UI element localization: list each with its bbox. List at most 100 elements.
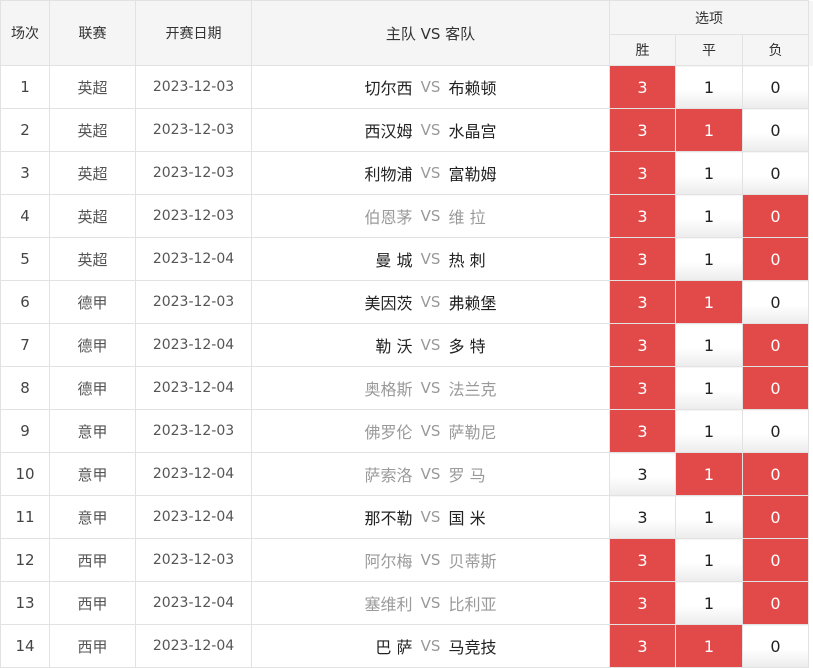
option-win[interactable]: 3 [609, 538, 676, 582]
row-match: 佛罗伦 VS 萨勒尼 [251, 409, 610, 453]
option-win[interactable]: 3 [609, 452, 676, 496]
row-spacer [808, 409, 813, 453]
option-draw[interactable]: 1 [675, 323, 743, 367]
option-win[interactable]: 3 [609, 495, 676, 539]
table-row: 4 英超 2023-12-03 伯恩茅 VS 维 拉 310 [0, 194, 813, 238]
lottery-table-page: 场次 联赛 开赛日期 主队 VS 客队 选项 胜 平 负 1 英超 2023-12-… [0, 0, 813, 668]
row-index: 13 [0, 581, 50, 625]
row-spacer [808, 65, 813, 109]
row-spacer [808, 237, 813, 281]
option-win[interactable]: 3 [609, 151, 676, 195]
row-date: 2023-12-04 [135, 452, 252, 496]
table-row: 6 德甲 2023-12-03 美因茨 VS 弗赖堡 3 1 0 [0, 280, 813, 324]
option-draw[interactable]: 1 [675, 409, 743, 453]
header-date: 开赛日期 [135, 0, 252, 66]
option-lose[interactable]: 0 [741, 237, 810, 281]
away-team: 维 拉 [448, 208, 486, 227]
option-win[interactable]: 3 [609, 280, 676, 324]
option-draw[interactable]: 1 [675, 108, 743, 152]
row-league: 德甲 [49, 366, 136, 410]
home-team: 佛罗伦 [364, 423, 413, 442]
row-date: 2023-12-03 [135, 280, 252, 324]
option-draw[interactable]: 1 [675, 280, 743, 324]
table-header: 场次 联赛 开赛日期 主队 VS 客队 选项 胜 平 负 [0, 0, 813, 66]
option-lose[interactable]: 0 [741, 538, 810, 582]
option-win[interactable]: 3 [609, 194, 676, 238]
home-team: 萨索洛 [364, 466, 413, 485]
option-lose[interactable]: 0 [741, 323, 810, 367]
option-lose[interactable]: 0 [741, 452, 810, 496]
match-selection-table: 场次 联赛 开赛日期 主队 VS 客队 选项 胜 平 负 1 英超 2023-12-… [0, 0, 813, 668]
row-date: 2023-12-03 [135, 194, 252, 238]
row-spacer [808, 624, 813, 668]
home-team: 勒 沃 [375, 337, 413, 356]
row-index: 3 [0, 151, 50, 195]
header-draw: 平 [675, 34, 743, 66]
option-draw[interactable]: 1 [675, 624, 743, 668]
home-team: 塞维利 [364, 595, 413, 614]
row-league: 意甲 [49, 452, 136, 496]
option-win[interactable]: 3 [609, 409, 676, 453]
row-date: 2023-12-03 [135, 151, 252, 195]
table-row: 1 英超 2023-12-03 切尔西 VS 布赖顿 3 1 0 [0, 65, 813, 109]
table-row: 11 意甲 2023-12-04 那不勒 VS 国 米 310 [0, 495, 813, 539]
table-row: 5 英超 2023-12-04 曼 城 VS 热 刺 310 [0, 237, 813, 281]
home-team: 西汉姆 [364, 122, 413, 141]
option-lose[interactable]: 0 [741, 65, 810, 109]
away-team: 罗 马 [448, 466, 486, 485]
option-lose[interactable]: 0 [741, 581, 810, 625]
header-match-label: 主队 VS 客队 [385, 24, 476, 43]
row-index: 2 [0, 108, 50, 152]
home-team: 那不勒 [364, 509, 413, 528]
option-win[interactable]: 3 [609, 108, 676, 152]
option-draw[interactable]: 1 [675, 65, 743, 109]
row-match: 奥格斯 VS 法兰克 [251, 366, 610, 410]
option-lose[interactable]: 0 [741, 409, 810, 453]
row-index: 5 [0, 237, 50, 281]
option-win[interactable]: 3 [609, 323, 676, 367]
table-row: 9 意甲 2023-12-03 佛罗伦 VS 萨勒尼 3 1 0 [0, 409, 813, 453]
table-row: 10 意甲 2023-12-04 萨索洛 VS 罗 马310 [0, 452, 813, 496]
option-win[interactable]: 3 [609, 366, 676, 410]
option-lose[interactable]: 0 [741, 495, 810, 539]
option-draw[interactable]: 1 [675, 194, 743, 238]
row-match: 萨索洛 VS 罗 马 [251, 452, 610, 496]
option-lose[interactable]: 0 [741, 280, 810, 324]
header-options: 选项 [608, 0, 810, 35]
row-index: 10 [0, 452, 50, 496]
header-match: 主队 VS 客队 [251, 0, 610, 66]
option-win[interactable]: 3 [609, 65, 676, 109]
option-draw[interactable]: 1 [675, 538, 743, 582]
vs-label: VS [420, 508, 441, 526]
option-draw[interactable]: 1 [675, 237, 743, 281]
option-draw[interactable]: 1 [675, 581, 743, 625]
away-team: 比利亚 [448, 595, 497, 614]
option-draw[interactable]: 1 [675, 495, 743, 539]
row-match: 曼 城 VS 热 刺 [251, 237, 610, 281]
home-team: 美因茨 [364, 294, 413, 313]
table-row: 7 德甲 2023-12-04 勒 沃 VS 多 特 310 [0, 323, 813, 367]
option-lose[interactable]: 0 [741, 151, 810, 195]
option-lose[interactable]: 0 [741, 194, 810, 238]
option-draw[interactable]: 1 [675, 366, 743, 410]
row-match: 利物浦 VS 富勒姆 [251, 151, 610, 195]
row-index: 11 [0, 495, 50, 539]
row-match: 勒 沃 VS 多 特 [251, 323, 610, 367]
option-win[interactable]: 3 [609, 581, 676, 625]
option-win[interactable]: 3 [609, 237, 676, 281]
away-team: 国 米 [448, 509, 486, 528]
option-win[interactable]: 3 [609, 624, 676, 668]
row-spacer [808, 495, 813, 539]
option-lose[interactable]: 0 [741, 108, 810, 152]
row-league: 英超 [49, 151, 136, 195]
header-spacer [808, 0, 813, 66]
home-team: 阿尔梅 [364, 552, 413, 571]
row-league: 意甲 [49, 495, 136, 539]
option-draw[interactable]: 1 [675, 151, 743, 195]
row-index: 8 [0, 366, 50, 410]
option-lose[interactable]: 0 [741, 366, 810, 410]
row-league: 西甲 [49, 538, 136, 582]
table-row: 2 英超 2023-12-03 西汉姆 VS 水晶宫 3 1 0 [0, 108, 813, 152]
option-lose[interactable]: 0 [741, 624, 810, 668]
option-draw[interactable]: 1 [675, 452, 743, 496]
